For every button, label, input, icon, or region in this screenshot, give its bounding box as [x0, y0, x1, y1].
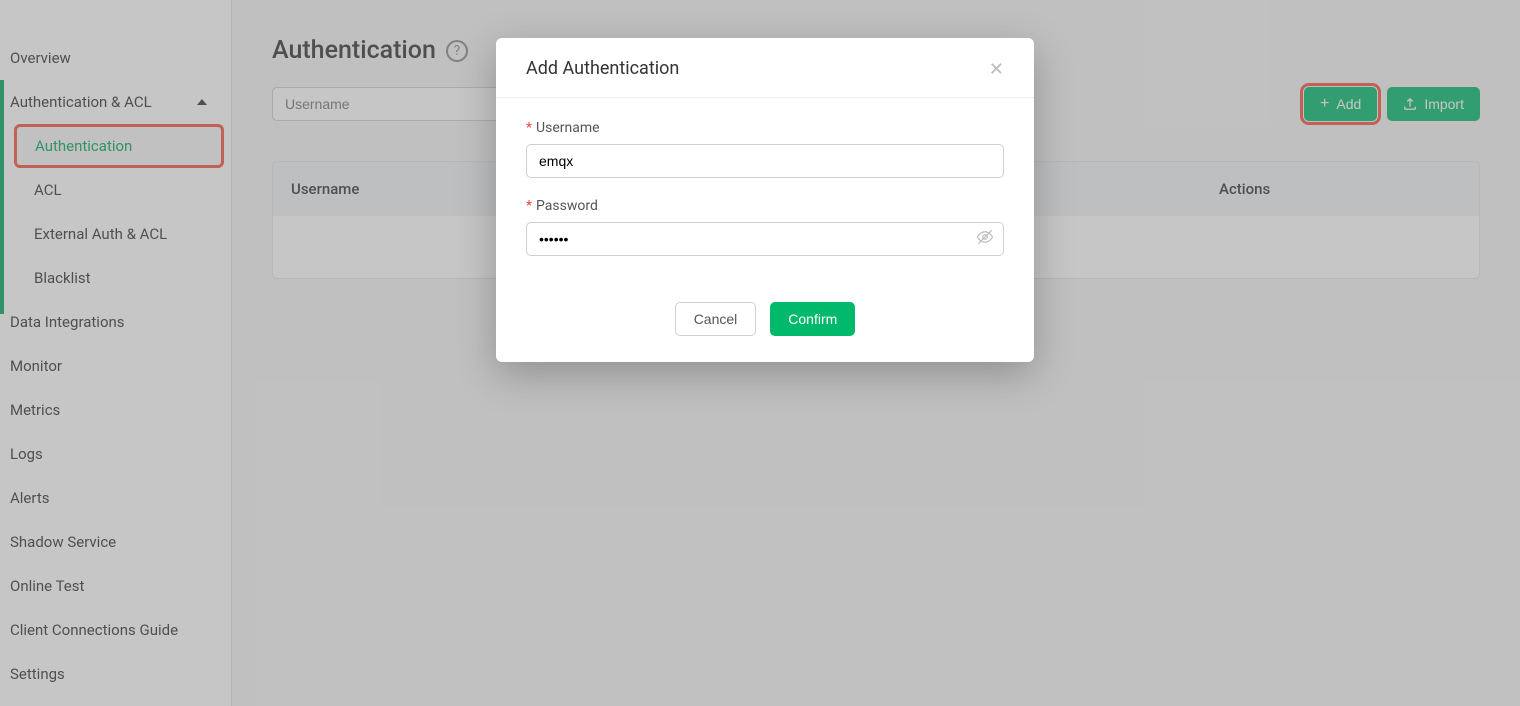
required-mark: *: [526, 120, 532, 136]
modal-title: Add Authentication: [526, 58, 679, 79]
username-row: *Username: [526, 120, 1004, 178]
modal-header: Add Authentication ✕: [496, 38, 1034, 98]
eye-icon[interactable]: [976, 228, 994, 250]
username-field[interactable]: [526, 144, 1004, 178]
password-row: *Password: [526, 198, 1004, 256]
close-icon: ✕: [989, 59, 1004, 79]
password-field[interactable]: [526, 222, 1004, 256]
confirm-button[interactable]: Confirm: [770, 302, 855, 336]
modal-body: *Username *Password: [496, 98, 1034, 286]
password-label: *Password: [526, 198, 1004, 214]
required-mark: *: [526, 198, 532, 214]
modal-footer: Cancel Confirm: [496, 286, 1034, 362]
add-auth-modal: Add Authentication ✕ *Username *Password…: [496, 38, 1034, 362]
password-wrapper: [526, 222, 1004, 256]
cancel-button[interactable]: Cancel: [675, 302, 757, 336]
close-button[interactable]: ✕: [989, 60, 1004, 78]
username-label: *Username: [526, 120, 1004, 136]
